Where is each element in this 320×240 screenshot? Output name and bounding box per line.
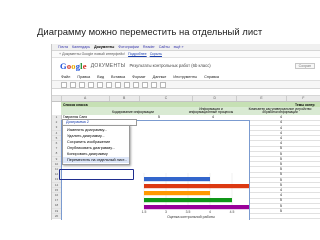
save-button[interactable]: Сохран: [294, 63, 315, 69]
gbar-item-docs[interactable]: Документы: [94, 45, 114, 49]
menu-edit[interactable]: Правка: [77, 75, 90, 79]
grade-cell: 5: [280, 151, 282, 156]
formula-bar[interactable]: [52, 89, 320, 96]
menu-data[interactable]: Данные: [153, 75, 167, 79]
browser-screenshot: Почта Календарь Документы Фотографии Rea…: [51, 44, 320, 220]
fill-color-icon[interactable]: [124, 81, 130, 88]
menu-item-move-to-sheet[interactable]: Переместить на отдельный лист...: [63, 157, 129, 163]
x-tick-label: 1.5: [142, 210, 147, 214]
grade-cell: 4: [280, 115, 282, 120]
gbar-item-more[interactable]: ещё »: [174, 45, 184, 49]
row-number[interactable]: 1: [52, 115, 62, 120]
x-tick-label: 3.5: [186, 210, 191, 214]
bar: [144, 198, 232, 203]
undo-icon[interactable]: [70, 81, 76, 88]
grade-cell: 5: [280, 146, 282, 151]
col-header[interactable]: A: [62, 96, 110, 101]
toolbar: [52, 81, 320, 89]
col-header[interactable]: F: [287, 96, 320, 101]
grade-cell: 5: [280, 161, 282, 166]
document-title[interactable]: Результаты контрольных работ (6b класс): [129, 63, 210, 68]
gbar-item-calendar[interactable]: Календарь: [72, 45, 90, 49]
bar: [144, 191, 210, 196]
grade-cell: 4: [212, 115, 214, 120]
grade-cell: 5: [280, 203, 282, 208]
menu-help[interactable]: Справка: [204, 75, 219, 79]
grade-cell: 4: [280, 125, 282, 130]
percent-icon[interactable]: [97, 81, 103, 88]
menu-file[interactable]: Файл: [61, 75, 70, 79]
grade-cell: 5: [158, 115, 160, 120]
bold-icon[interactable]: [106, 81, 112, 88]
merge-icon[interactable]: [151, 81, 157, 88]
menu-tools[interactable]: Инструменты: [173, 75, 197, 79]
grade-cell: 4: [280, 141, 282, 146]
grade-cell: 5: [280, 198, 282, 203]
grade-cell: 4: [280, 187, 282, 192]
align-icon[interactable]: [142, 81, 148, 88]
grade-cell: 5: [280, 167, 282, 172]
corner-cell[interactable]: [52, 96, 62, 101]
x-tick-label: 4: [209, 210, 211, 214]
x-tick-label: 3: [165, 210, 167, 214]
text-color-icon[interactable]: [115, 81, 121, 88]
menu-view[interactable]: Вид: [97, 75, 104, 79]
slide-title: Диаграмму можно переместить на отдельный…: [37, 27, 263, 38]
bar: [144, 205, 254, 210]
borders-icon[interactable]: [133, 81, 139, 88]
chart-context-menu: Изменить диаграмму... Удалить диаграмму.…: [62, 125, 130, 165]
highlight-frame: [59, 169, 134, 180]
grade-cell: 5: [280, 208, 282, 213]
gbar-item-sites[interactable]: Сайты: [159, 45, 170, 49]
redo-icon[interactable]: [79, 81, 85, 88]
google-bar: Почта Календарь Документы Фотографии Rea…: [52, 44, 320, 51]
grade-cell: 5: [280, 177, 282, 182]
col-header[interactable]: B: [110, 96, 140, 101]
grade-cell: 5: [280, 182, 282, 187]
bar: [144, 177, 210, 182]
gbar-item-mail[interactable]: Почта: [58, 45, 68, 49]
grade-cell: 5: [280, 172, 282, 177]
col-header[interactable]: C: [140, 96, 194, 101]
docs-header: Google ДОКУМЕНТЫ Результаты контрольных …: [52, 58, 320, 73]
gbar-item-photos[interactable]: Фотографии: [118, 45, 139, 49]
notice-close[interactable]: Скрыть: [150, 52, 162, 56]
grade-cell: 4: [280, 130, 282, 135]
google-logo[interactable]: Google: [60, 61, 87, 71]
col-header[interactable]: D: [193, 96, 238, 101]
subheader-coding: Кодирование информации: [112, 110, 154, 114]
x-axis-label: Оценка контрольной работы: [167, 215, 215, 219]
header-topics: Темы контр: [295, 102, 315, 107]
header-class-list: Список класса: [63, 102, 88, 107]
bar: [144, 184, 254, 189]
notice-bar: + Документы Google новый интерфейс! Подр…: [52, 51, 320, 58]
col-header[interactable]: E: [237, 96, 287, 101]
subheader-computer: Компьютер как универсальное устройство о…: [248, 106, 312, 114]
notice-text: + Документы Google новый интерфейс!: [59, 52, 126, 56]
grade-cell: 4: [280, 135, 282, 140]
grade-cell: 5: [280, 156, 282, 161]
currency-icon[interactable]: [88, 81, 94, 88]
subheader-info-processes: Информация и информационные процессы: [188, 106, 234, 114]
notice-link[interactable]: Подробнее: [128, 52, 147, 56]
grade-cell: 4: [280, 193, 282, 198]
menu-insert[interactable]: Вставка: [111, 75, 125, 79]
x-tick-label: 4.5: [230, 210, 235, 214]
chart-icon[interactable]: [160, 81, 166, 88]
gbar-item-reader[interactable]: Reader: [143, 45, 155, 49]
print-icon[interactable]: [61, 81, 67, 88]
grade-cell: 4: [280, 120, 282, 125]
menu-bar: Файл Правка Вид Вставка Формат Данные Ин…: [52, 73, 320, 81]
menu-format[interactable]: Формат: [132, 75, 146, 79]
docs-product-name: ДОКУМЕНТЫ: [90, 62, 126, 69]
